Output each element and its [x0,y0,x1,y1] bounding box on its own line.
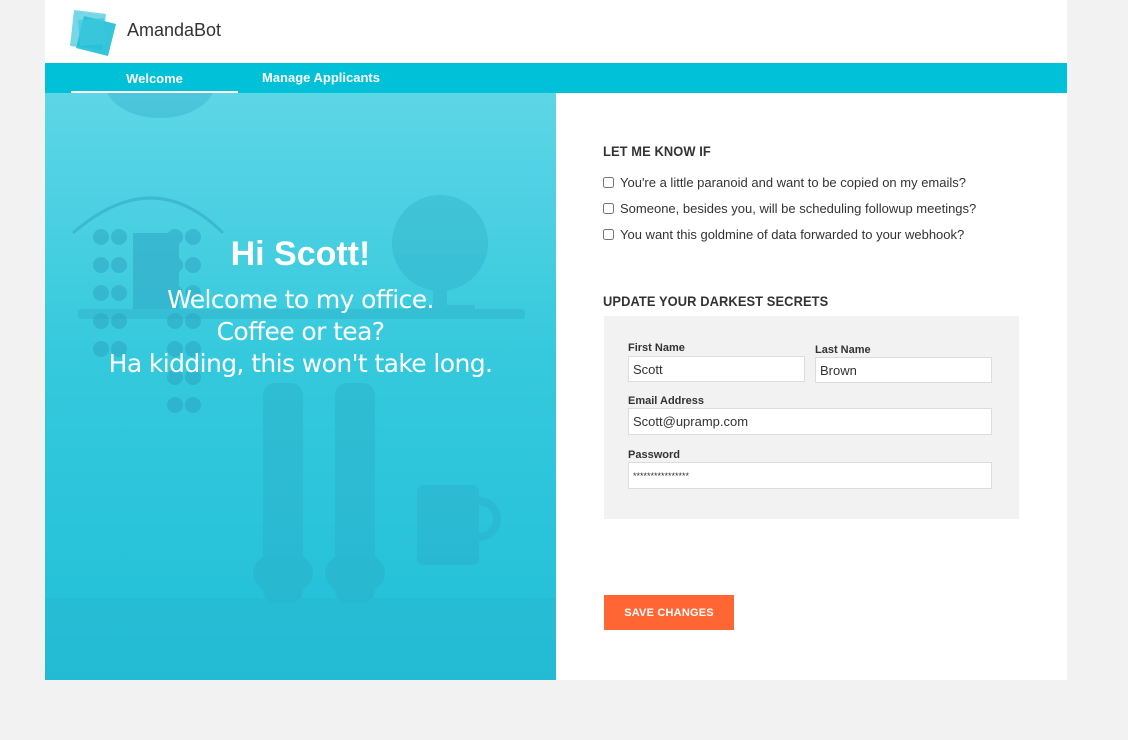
notify-section-title: LET ME KNOW IF [603,143,711,159]
notify-option-label: You're a little paranoid and want to be … [620,174,966,190]
password-input[interactable] [628,462,992,489]
profile-section-title: UPDATE YOUR DARKEST SECRETS [603,293,829,309]
last-name-label: Last Name [815,344,871,356]
notify-option-webhook[interactable]: You want this goldmine of data forwarded… [603,221,1023,247]
profile-form: First Name Last Name Email Address Passw… [604,316,1019,519]
email-input[interactable] [628,408,992,435]
first-name-input[interactable] [628,356,805,382]
notify-cc-checkbox[interactable] [603,176,614,188]
hero-text: Hi Scott! Welcome to my office. Coffee o… [45,235,556,380]
notify-options: You're a little paranoid and want to be … [603,169,1023,247]
amandabot-logo-icon [70,10,116,56]
first-name-label: First Name [628,342,685,354]
save-changes-button[interactable]: SAVE CHANGES [604,595,734,630]
email-label: Email Address [628,395,705,407]
header: AmandaBot [45,0,1067,63]
hero-line-2: Coffee or tea? [216,317,386,346]
office-illustration-icon [45,93,556,680]
notify-option-cc[interactable]: You're a little paranoid and want to be … [603,169,1023,195]
notify-option-label: You want this goldmine of data forwarded… [620,226,965,242]
welcome-hero: Hi Scott! Welcome to my office. Coffee o… [45,93,556,680]
brand-name: AmandaBot [127,20,222,40]
password-label: Password [628,449,680,461]
last-name-input[interactable] [815,357,992,383]
tab-welcome[interactable]: Welcome [71,63,238,93]
hero-line-1: Welcome to my office. [167,285,434,314]
notify-option-followup[interactable]: Someone, besides you, will be scheduling… [603,195,1023,221]
notify-option-label: Someone, besides you, will be scheduling… [620,200,977,216]
notify-followup-checkbox[interactable] [603,202,614,214]
notify-webhook-checkbox[interactable] [603,228,614,240]
tab-manage-applicants[interactable]: Manage Applicants [255,63,387,93]
app-window: AmandaBot Welcome Manage Applicants Hi S… [45,0,1067,680]
nav-bar: Welcome Manage Applicants [45,63,1067,93]
hero-line-3: Ha kidding, this won't take long. [108,349,493,378]
hero-greeting: Hi Scott! [230,235,371,273]
